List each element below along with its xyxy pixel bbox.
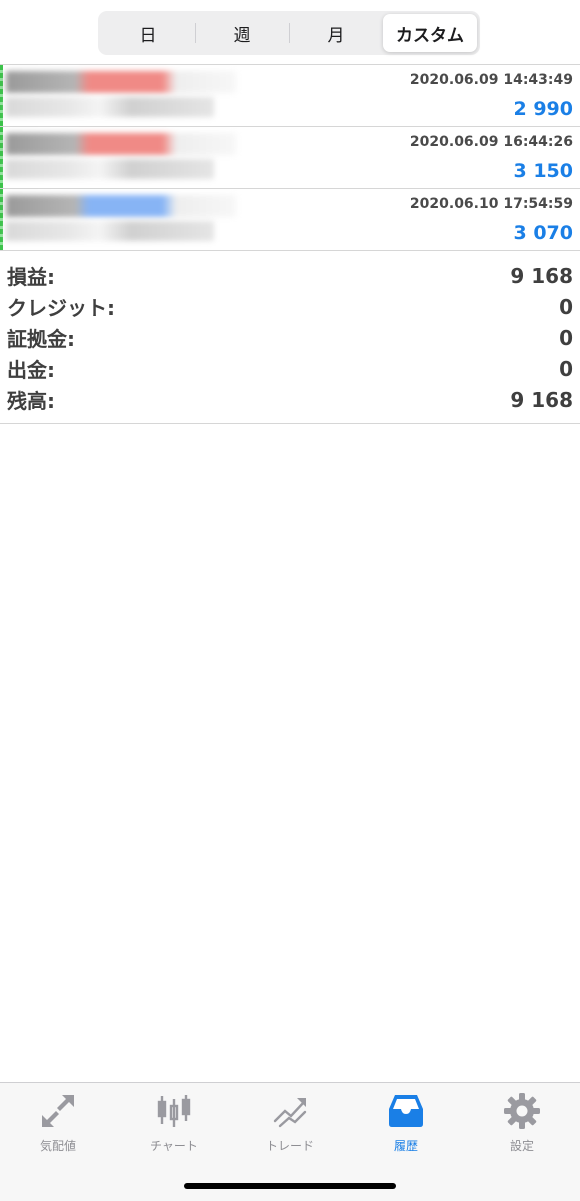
deal-amount: 2 990 — [513, 98, 574, 120]
deal-details-redacted — [6, 97, 214, 117]
summary-value: 0 — [559, 294, 573, 319]
summary-row-profit: 損益: 9 168 — [0, 260, 580, 291]
tab-quotes[interactable]: 気配値 — [0, 1091, 116, 1155]
deal-amount: 3 070 — [513, 222, 574, 244]
account-summary: 損益: 9 168 クレジット: 0 証拠金: 0 出金: 0 残高: 9 16… — [0, 260, 580, 424]
deal-row[interactable]: 2020.06.09 14:43:49 2 990 — [0, 65, 580, 127]
tab-label: チャート — [150, 1139, 198, 1153]
trade-trend-icon — [273, 1098, 307, 1128]
deal-time: 2020.06.10 17:54:59 — [409, 196, 573, 212]
segment-month[interactable]: 月 — [289, 14, 383, 52]
deal-symbol-redacted — [6, 71, 236, 93]
candlestick-icon — [157, 1095, 191, 1127]
summary-row-withdrawal: 出金: 0 — [0, 353, 580, 384]
summary-label: 残高: — [7, 389, 55, 413]
deal-symbol-redacted — [6, 195, 236, 217]
deal-row[interactable]: 2020.06.10 17:54:59 3 070 — [0, 189, 580, 251]
deal-amount: 3 150 — [513, 160, 574, 182]
summary-value: 0 — [559, 325, 573, 350]
segment-week[interactable]: 週 — [195, 14, 289, 52]
summary-label: 損益: — [7, 265, 55, 289]
deal-time: 2020.06.09 16:44:26 — [409, 134, 573, 150]
tab-chart[interactable]: チャート — [116, 1091, 232, 1155]
summary-label: 出金: — [7, 358, 55, 382]
deal-row[interactable]: 2020.06.09 16:44:26 3 150 — [0, 127, 580, 189]
tab-history[interactable]: 履歴 — [348, 1091, 464, 1155]
segment-day[interactable]: 日 — [101, 14, 195, 52]
tab-label: 設定 — [509, 1139, 534, 1153]
deal-direction-marker — [0, 65, 3, 126]
tab-trade[interactable]: トレード — [232, 1091, 348, 1155]
history-inbox-icon — [389, 1095, 423, 1127]
summary-label: クレジット: — [7, 296, 115, 320]
summary-value: 0 — [559, 356, 573, 381]
deal-details-redacted — [6, 221, 214, 241]
summary-label: 証拠金: — [7, 327, 75, 351]
tab-settings[interactable]: 設定 — [464, 1091, 580, 1155]
tab-label: 気配値 — [39, 1139, 76, 1153]
deal-direction-marker — [0, 189, 3, 250]
deal-details-redacted — [6, 159, 214, 179]
segment-custom[interactable]: カスタム — [383, 14, 477, 52]
summary-row-credit: クレジット: 0 — [0, 291, 580, 322]
summary-row-margin: 証拠金: 0 — [0, 322, 580, 353]
deal-list: 2020.06.09 14:43:49 2 990 2020.06.09 16:… — [0, 64, 580, 251]
quotes-arrows-icon — [42, 1095, 74, 1127]
tab-label: トレード — [265, 1139, 314, 1153]
summary-value: 9 168 — [510, 263, 573, 288]
deal-direction-marker — [0, 127, 3, 188]
home-indicator — [184, 1183, 396, 1189]
deal-symbol-redacted — [6, 133, 236, 155]
tab-label: 履歴 — [393, 1139, 418, 1153]
gear-icon — [504, 1093, 540, 1129]
deal-time: 2020.06.09 14:43:49 — [409, 72, 573, 88]
period-segmented-control: 日 週 月 カスタム — [98, 11, 480, 55]
summary-value: 9 168 — [510, 387, 573, 412]
summary-row-balance: 残高: 9 168 — [0, 384, 580, 415]
